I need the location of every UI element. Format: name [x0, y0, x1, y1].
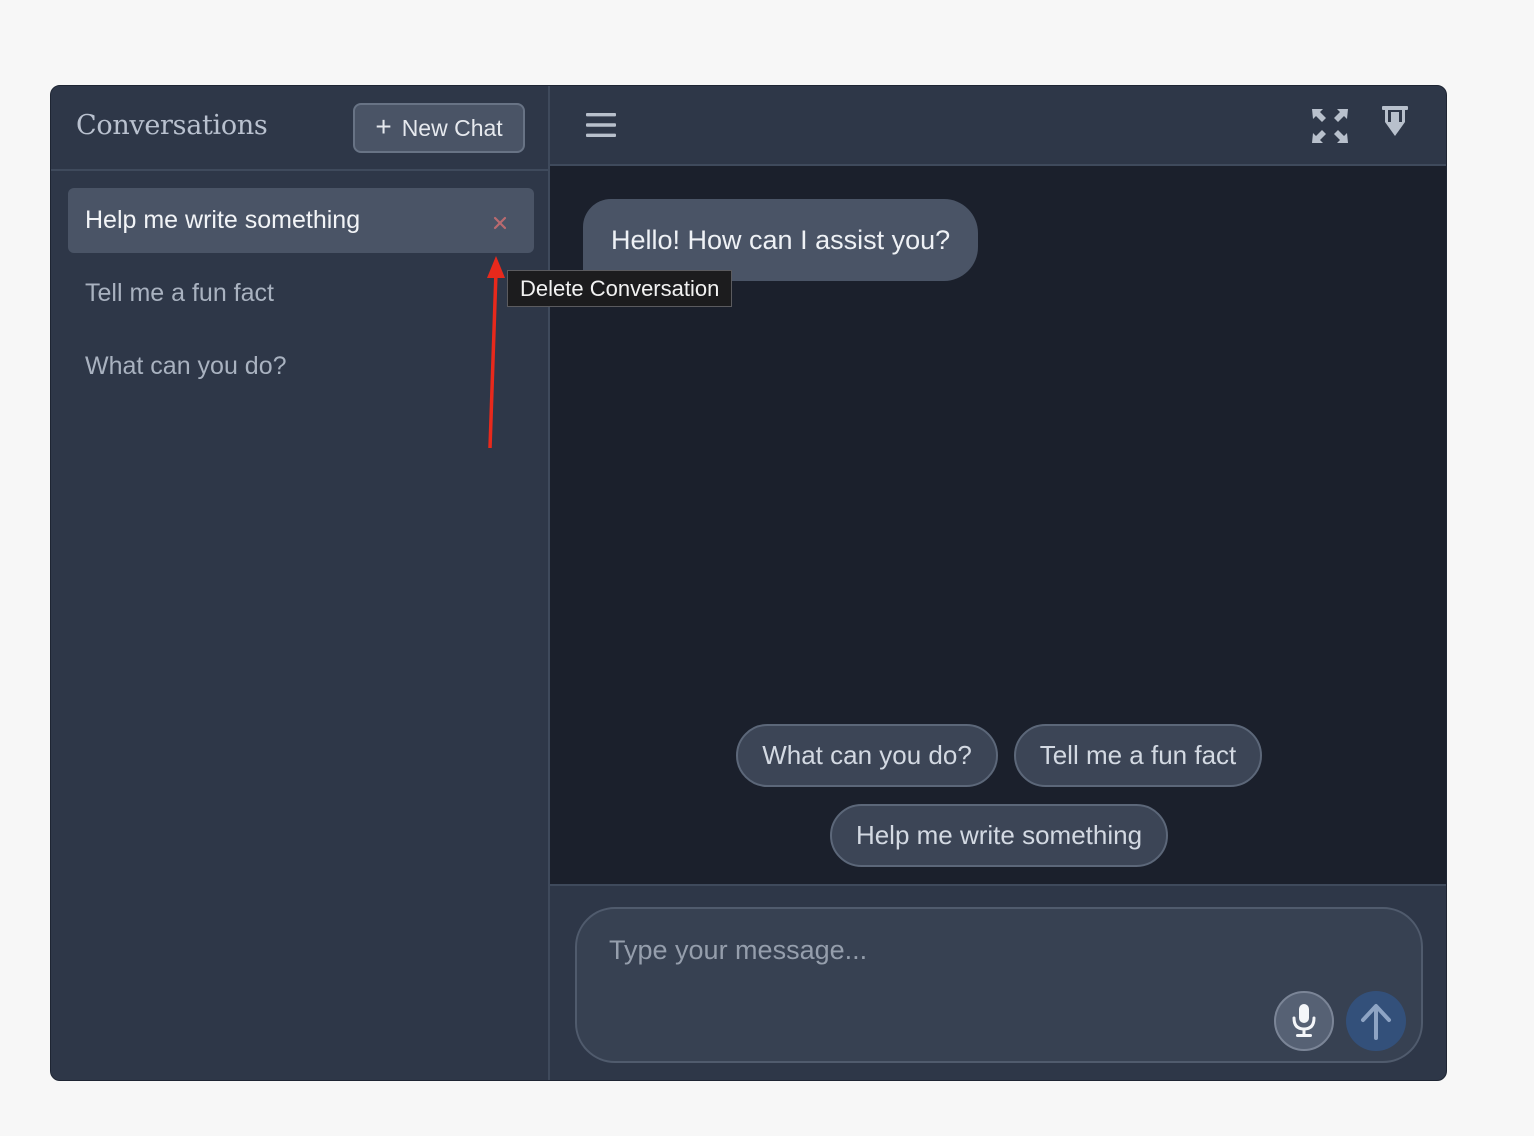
- close-icon[interactable]: [490, 211, 510, 231]
- conversation-item-label: What can you do?: [85, 352, 287, 380]
- suggestion-chip-fun-fact[interactable]: Tell me a fun fact: [1014, 724, 1262, 787]
- chat-main-panel: Hello! How can I assist you? What can yo…: [550, 86, 1446, 1080]
- conversation-item-label: Tell me a fun fact: [85, 279, 274, 307]
- conversation-item-help-me-write[interactable]: Help me write something: [68, 188, 534, 253]
- conversation-list: Help me write something Tell me a fun fa…: [68, 188, 534, 407]
- microphone-icon: [1292, 1004, 1316, 1037]
- assistant-message-bubble: Hello! How can I assist you?: [583, 199, 979, 281]
- microphone-button[interactable]: [1274, 991, 1334, 1051]
- sidebar-header: Conversations + New Chat: [51, 86, 548, 171]
- composer-area: [550, 884, 1446, 1080]
- conversation-item-fun-fact[interactable]: Tell me a fun fact: [68, 261, 534, 326]
- plus-icon: +: [375, 110, 392, 142]
- message-input-box: [575, 907, 1423, 1063]
- suggestion-chip-what-can-you-do[interactable]: What can you do?: [736, 724, 998, 787]
- delete-conversation-tooltip: Delete Conversation: [507, 270, 733, 307]
- conversation-sidebar: Conversations + New Chat Help me write s…: [51, 86, 550, 1080]
- sidebar-title: Conversations: [76, 110, 268, 141]
- chat-app-window: Conversations + New Chat Help me write s…: [50, 85, 1447, 1081]
- message-input[interactable]: [607, 933, 1251, 1017]
- download-icon[interactable]: [1382, 106, 1408, 145]
- new-chat-label: New Chat: [401, 114, 503, 141]
- expand-icon[interactable]: [1312, 109, 1348, 148]
- hamburger-icon[interactable]: [586, 112, 616, 143]
- conversation-item-label: Help me write something: [85, 206, 361, 234]
- send-button[interactable]: [1346, 991, 1406, 1051]
- chat-header: [550, 86, 1446, 166]
- new-chat-button[interactable]: + New Chat: [353, 103, 525, 153]
- arrow-up-icon: [1361, 1004, 1391, 1040]
- suggestion-chip-help-me-write[interactable]: Help me write something: [830, 804, 1168, 867]
- conversation-item-what-can-you-do[interactable]: What can you do?: [68, 334, 534, 399]
